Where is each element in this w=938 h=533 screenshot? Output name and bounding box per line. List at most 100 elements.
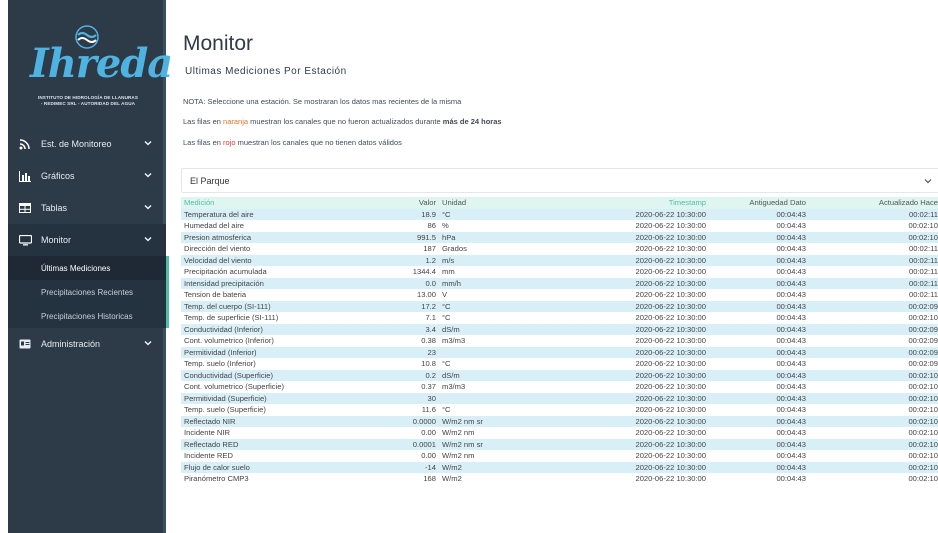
note-red-word: rojo: [223, 138, 236, 147]
brand[interactable]: Ihreda INSTITUTO DE HIDROLOGÍA DE LLANUR…: [8, 0, 173, 128]
cell-medicion: Intensidad precipitación: [181, 277, 381, 289]
cell-valor: 0.00: [421, 451, 436, 460]
cell-medicion: Presion atmosferica: [181, 231, 381, 243]
submenu-item-precipitaciones-historicas[interactable]: Precipitaciones Historicas: [8, 304, 166, 328]
cell-antiguedad: 00:04:43: [776, 313, 806, 322]
page-subtitle: Ultimas Mediciones Por Estación: [185, 66, 347, 77]
cell-antiguedad: 00:04:43: [776, 290, 806, 299]
id-card-icon: [18, 338, 32, 350]
cell-unidad: W/m2 nm: [442, 451, 475, 460]
station-select-value: El Parque: [190, 175, 230, 186]
cell-actualizado: 00:02:11: [909, 267, 938, 276]
table-row[interactable]: Temp. suelo (Superficie) 11.6 °C 2020-06-22…: [181, 404, 938, 416]
cell-medicion: Temp. del cuerpo (SI-111): [181, 300, 381, 312]
cell-valor: 7.1: [425, 313, 436, 322]
table-row[interactable]: Intensidad precipitación 0.0 mm/h 2020-06-2…: [181, 277, 938, 289]
cell-medicion: Temperatura del aire: [181, 208, 381, 220]
cell-antiguedad: 00:04:43: [776, 244, 806, 253]
cell-actualizado: 00:02:10: [908, 221, 938, 230]
table-row[interactable]: Temp. de superficie (SI-111) 7.1 °C 2020-06…: [181, 312, 938, 324]
cell-actualizado: 00:02:10: [908, 313, 938, 322]
table-row[interactable]: Incidente NIR 0.00 W/m2 nm 2020-06-22 10:30…: [181, 427, 938, 439]
cell-unidad: dS/m: [439, 323, 511, 335]
station-select[interactable]: El Parque: [181, 168, 938, 193]
table-row[interactable]: Temperatura del aire 18.9 °C 2020-06-22 10:…: [181, 208, 938, 220]
chevron-down-icon: [144, 237, 152, 242]
cell-valor: 1.2: [381, 254, 439, 266]
cell-unidad: °C: [439, 208, 511, 220]
cell-timestamp: 2020-06-22 10:30:00: [511, 415, 709, 427]
sidebar-item-tablas[interactable]: Tablas: [8, 192, 166, 224]
table-row[interactable]: Humedad del aire 86% 2020-06-22 10:30:00 00…: [181, 220, 938, 232]
table-row[interactable]: Velocidad del viento 1.2 m/s 2020-06-22 10:…: [181, 254, 938, 266]
cell-antiguedad: 00:04:43: [776, 359, 806, 368]
cell-unidad: mm: [442, 267, 455, 276]
header-actualizado[interactable]: Actualizado Hace: [809, 197, 938, 209]
chevron-down-icon: [144, 205, 152, 210]
brand-subtitle-2: - REDIMEC SRL - AUTORIDAD DEL AGUA: [40, 101, 136, 106]
table-row[interactable]: Flujo de calor suelo -14 W/m2 2020-06-22 10…: [181, 461, 938, 473]
cell-antiguedad: 00:04:43: [776, 451, 806, 460]
table-row[interactable]: Permitividad (Superficie) 30 2020-06-22 10…: [181, 392, 938, 404]
table-row[interactable]: Temp. del cuerpo (SI-111) 17.2 °C 2020-06-2…: [181, 300, 938, 312]
cell-antiguedad: 00:04:43: [776, 267, 806, 276]
cell-medicion: Precipitación acumulada: [184, 267, 267, 276]
table-row[interactable]: Reflectado NIR 0.0000 W/m2 nm sr 2020-06-22…: [181, 415, 938, 427]
sidebar-item-administracion[interactable]: Administración: [8, 328, 166, 360]
table-row[interactable]: Cont. volumetrico (Superficie) 0.37 m3/m3 2…: [181, 381, 938, 393]
cell-medicion: Cont. volumetrico (Superficie): [184, 382, 285, 391]
table-row[interactable]: Temp. suelo (Inferior) 10.8 °C 2020-06-22 1…: [181, 358, 938, 370]
cell-antiguedad: 00:04:43: [776, 382, 806, 391]
cell-timestamp: 2020-06-22 10:30:00: [511, 392, 709, 404]
cell-actualizado: 00:02:11: [809, 254, 938, 266]
cell-unidad: dS/m: [439, 369, 511, 381]
note-text: Las filas en: [183, 117, 224, 126]
header-timestamp[interactable]: Timestamp: [511, 197, 709, 209]
cell-timestamp: 2020-06-22 10:30:00: [635, 428, 706, 437]
cell-valor: 10.8: [421, 359, 436, 368]
cell-valor: 0.0001: [381, 438, 439, 450]
cell-unidad: W/m2 nm: [442, 428, 475, 437]
table-row[interactable]: Cont. volumetrico (Inferior) 0.38 m3/m3 202…: [181, 335, 938, 347]
cell-valor: 991.5: [381, 231, 439, 243]
header-unidad[interactable]: Unidad: [439, 197, 511, 209]
cell-unidad: W/m2 nm sr: [439, 415, 511, 427]
header-antiguedad[interactable]: Antiguedad Dato: [709, 197, 809, 209]
note-orange-rows: Las filas en naranja muestran los canale…: [183, 117, 502, 126]
sidebar-item-monitor[interactable]: Monitor: [8, 224, 166, 256]
note-red-rows: Las filas en rojo muestran los canales q…: [183, 138, 402, 147]
table-row[interactable]: Conductividad (Superficie) 0.2 dS/m 2020-06…: [181, 369, 938, 381]
cell-timestamp: 2020-06-22 10:30:00: [635, 474, 706, 483]
cell-timestamp: 2020-06-22 10:30:00: [511, 346, 709, 358]
cell-unidad: °C: [442, 359, 451, 368]
cell-medicion: Permitividad (Superficie): [181, 392, 381, 404]
cell-valor: 13.00: [416, 290, 436, 299]
sidebar-item-graficos[interactable]: Gráficos: [8, 160, 166, 192]
submenu-item-ultimas-mediciones[interactable]: Últimas Mediciones: [8, 256, 166, 280]
cell-unidad: °C: [439, 300, 511, 312]
table-row[interactable]: Permitividad (Inferior) 23 2020-06-22 10:3…: [181, 346, 938, 358]
cell-timestamp: 2020-06-22 10:30:00: [511, 438, 709, 450]
table-row[interactable]: Conductividad (Inferior) 3.4 dS/m 2020-06-2…: [181, 323, 938, 335]
table-row[interactable]: Piranómetro CMP3 168 W/m2 2020-06-22 10:30:…: [181, 473, 938, 485]
sidebar-item-est-monitoreo[interactable]: Est. de Monitoreo: [8, 128, 166, 160]
header-medicion[interactable]: Medición: [181, 197, 381, 209]
cell-antiguedad: 00:04:43: [709, 323, 809, 335]
cell-actualizado: 00:02:10: [809, 438, 938, 450]
cell-actualizado: 00:02:10: [809, 415, 938, 427]
cell-actualizado: 00:02:10: [809, 369, 938, 381]
submenu-item-precipitaciones-recientes[interactable]: Precipitaciones Recientes: [8, 280, 166, 304]
table-row[interactable]: Presion atmosferica 991.5 hPa 2020-06-22 10…: [181, 231, 938, 243]
cell-actualizado: 00:02:09: [908, 336, 938, 345]
submenu-list: Últimas Mediciones Precipitaciones Recie…: [8, 256, 166, 328]
table-row[interactable]: Precipitación acumulada 1344.4 mm 2020-06-2…: [181, 266, 938, 278]
main-content: Monitor Ultimas Mediciones Por Estación …: [166, 0, 938, 533]
wifi-icon: [18, 138, 32, 150]
cell-unidad: [439, 346, 511, 358]
table-row[interactable]: Reflectado RED 0.0001 W/m2 nm sr 2020-06-22…: [181, 438, 938, 450]
cell-unidad: [439, 392, 511, 404]
table-row[interactable]: Tension de bateria 13.00 V 2020-06-22 10:30…: [181, 289, 938, 301]
header-valor[interactable]: Valor: [381, 197, 439, 209]
table-row[interactable]: Dirección del viento 187 Grados 2020-06-22 …: [181, 243, 938, 255]
table-row[interactable]: Incidente RED 0.00 W/m2 nm 2020-06-22 10:30…: [181, 450, 938, 462]
